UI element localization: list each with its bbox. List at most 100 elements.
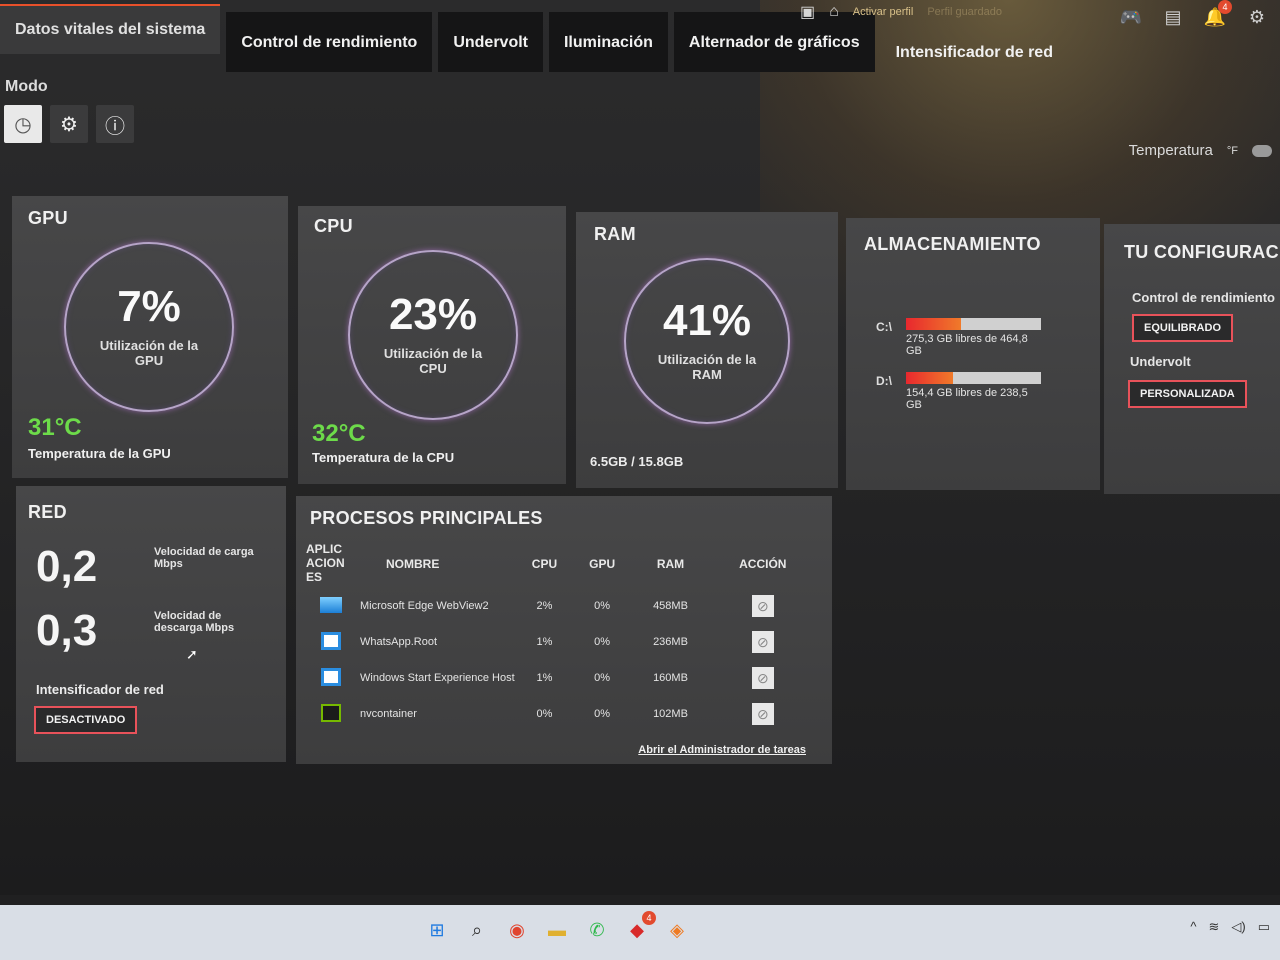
tab-undervolt[interactable]: Undervolt — [438, 12, 543, 72]
temperature-unit-toggle: Temperatura °F — [1129, 142, 1272, 159]
cpu-temperature-label: Temperatura de la CPU — [312, 450, 455, 465]
process-ram: 102MB — [653, 708, 688, 720]
cpu-temperature: 32°C — [312, 420, 366, 447]
mode-buttons: ◷ ⚙ ⓘ — [4, 105, 134, 143]
save-icon[interactable]: ▣ — [800, 2, 815, 22]
process-ram: 236MB — [653, 636, 688, 648]
upload-speed-label: Velocidad de carga Mbps — [154, 546, 254, 571]
cpu-title: CPU — [314, 216, 353, 236]
speedometer-icon[interactable]: ◷ — [4, 105, 42, 143]
col-ram-header: RAM — [656, 557, 685, 571]
processes-title: PROCESOS PRINCIPALES — [310, 508, 543, 528]
drive-d-usage-bar — [906, 372, 1041, 384]
window-app-icon — [321, 667, 341, 686]
system-tray: ^ ≋ ◁) ▭ — [1190, 919, 1270, 935]
omen-app-icon[interactable]: ◆ 4 — [624, 911, 656, 943]
ram-title: RAM — [594, 224, 636, 244]
profile-status: Perfil guardado — [927, 6, 1002, 18]
process-gpu: 0% — [594, 600, 611, 612]
end-process-button[interactable]: ⊘ — [751, 595, 774, 617]
table-row: nvcontainer 0% 0% 102MB ⊘ — [306, 696, 816, 732]
process-name: Microsoft Edge WebView2 — [360, 599, 489, 612]
network-booster-button[interactable]: DESACTIVADO — [34, 706, 138, 734]
folder-icon[interactable]: ▬ — [544, 917, 570, 943]
temperature-unit: °F — [1226, 144, 1238, 157]
activate-profile-link[interactable]: Activar perfil — [853, 6, 914, 18]
wifi-icon[interactable]: ≋ — [1208, 919, 1219, 935]
unit-toggle-switch[interactable] — [1252, 144, 1272, 157]
processes-table: APLIC ACION ES NOMBRE CPU GPU RAM ACCIÓN… — [306, 540, 816, 732]
app-window: Datos vitales del sistema Control de ren… — [0, 0, 1280, 895]
perf-mode-button[interactable]: EQUILIBRADO — [1132, 314, 1233, 342]
ram-card: RAM 41% Utilización de la RAM 6.5GB / 15… — [576, 212, 838, 488]
message-icon[interactable]: ▤ — [1160, 4, 1186, 30]
temperature-label: Temperatura — [1128, 142, 1213, 159]
storage-title: ALMACENAMIENTO — [864, 234, 1041, 254]
drive-c-usage-fill — [906, 318, 962, 330]
process-name: Windows Start Experience Host — [360, 671, 515, 684]
col-cpu-header: CPU — [531, 557, 558, 571]
col-name-header: NOMBRE — [386, 557, 440, 571]
drive-d-usage-fill — [906, 372, 954, 384]
upload-speed-value: 0,2 — [36, 542, 98, 591]
tab-performance-control[interactable]: Control de rendimiento — [226, 12, 433, 72]
gear-icon[interactable]: ⚙ — [1244, 4, 1270, 30]
drive-c-usage-bar — [906, 318, 1041, 330]
config-title: TU CONFIGURACI — [1124, 242, 1280, 262]
network-card: RED 0,2 Velocidad de carga Mbps 0,3 Velo… — [16, 486, 286, 762]
ram-usage-label: Utilización de la RAM — [657, 352, 757, 382]
gpu-temperature: 31°C — [28, 414, 82, 441]
gpu-usage-gauge: 7% Utilización de la GPU — [64, 242, 234, 412]
processes-card: PROCESOS PRINCIPALES APLIC ACION ES NOMB… — [296, 496, 832, 764]
extra-app-icon[interactable]: ◈ — [664, 917, 690, 943]
window-app-icon — [321, 631, 341, 650]
undervolt-mode-button[interactable]: PERSONALIZADA — [1128, 380, 1247, 408]
process-ram: 160MB — [653, 672, 688, 684]
windows-taskbar: ⊞ ⌕ ◉ ▬ ✆ ◆ 4 ◈ ^ ≋ ◁) ▭ — [0, 905, 1280, 960]
config-card: TU CONFIGURACI Control de rendimiento EQ… — [1104, 224, 1280, 494]
process-cpu: 1% — [536, 636, 553, 648]
taskbar-notification-badge: 4 — [642, 911, 656, 925]
end-process-button[interactable]: ⊘ — [751, 667, 774, 689]
download-speed-label: Velocidad de descarga Mbps — [154, 610, 235, 635]
drive-c-info: 275,3 GB libres de 464,8 GB — [906, 333, 1028, 358]
drive-d: D:\ 154,4 GB libres de 238,5 GB — [876, 372, 1041, 411]
windows-start-icon[interactable]: ⊞ — [424, 917, 450, 943]
process-name: nvcontainer — [360, 707, 417, 720]
open-task-manager-link[interactable]: Abrir el Administrador de tareas — [638, 744, 806, 756]
chrome-icon[interactable]: ◉ — [504, 917, 530, 943]
tab-network-booster[interactable]: Intensificador de red — [881, 22, 1068, 82]
notification-badge: 4 — [1218, 0, 1232, 14]
battery-icon[interactable]: ▭ — [1258, 919, 1270, 935]
volume-icon[interactable]: ◁) — [1231, 919, 1245, 935]
process-cpu: 2% — [536, 600, 553, 612]
cpu-usage-percent: 23% — [388, 290, 478, 340]
chevron-up-icon[interactable]: ^ — [1190, 919, 1196, 935]
profile-bar: ▣ ⌂ Activar perfil Perfil guardado — [800, 2, 1002, 22]
whatsapp-icon[interactable]: ✆ — [584, 917, 610, 943]
process-gpu: 0% — [594, 672, 611, 684]
gpu-usage-label: Utilización de la GPU — [99, 338, 199, 368]
tab-system-vitals[interactable]: Datos vitales del sistema — [0, 4, 221, 54]
cpu-usage-gauge: 23% Utilización de la CPU — [348, 250, 518, 420]
tab-lighting[interactable]: Iluminación — [548, 12, 668, 72]
download-speed-value: 0,3 — [36, 606, 98, 655]
col-gpu-header: GPU — [589, 557, 616, 571]
edge-webview-icon — [320, 596, 342, 613]
gpu-temperature-label: Temperatura de la GPU — [28, 446, 171, 461]
bell-icon[interactable]: 🔔 4 — [1202, 0, 1232, 30]
gear-speed-icon[interactable]: ⚙ — [50, 105, 88, 143]
top-icons: 🎮 ▤ 🔔 4 ⚙ — [1118, 0, 1270, 30]
drive-c: C:\ 275,3 GB libres de 464,8 GB — [876, 318, 1041, 357]
process-cpu: 1% — [536, 672, 553, 684]
info-icon[interactable]: ⓘ — [96, 105, 134, 143]
search-icon[interactable]: ⌕ — [464, 917, 490, 943]
undervolt-label: Undervolt — [1130, 354, 1191, 369]
gpu-usage-percent: 7% — [117, 282, 181, 332]
taskbar-icons: ⊞ ⌕ ◉ ▬ ✆ ◆ 4 ◈ — [424, 911, 690, 943]
cpu-usage-label: Utilización de la CPU — [383, 346, 483, 376]
home-icon[interactable]: ⌂ — [829, 3, 839, 21]
end-process-button[interactable]: ⊘ — [751, 703, 774, 725]
gamepad-icon[interactable]: 🎮 — [1118, 4, 1144, 30]
end-process-button[interactable]: ⊘ — [751, 631, 774, 653]
